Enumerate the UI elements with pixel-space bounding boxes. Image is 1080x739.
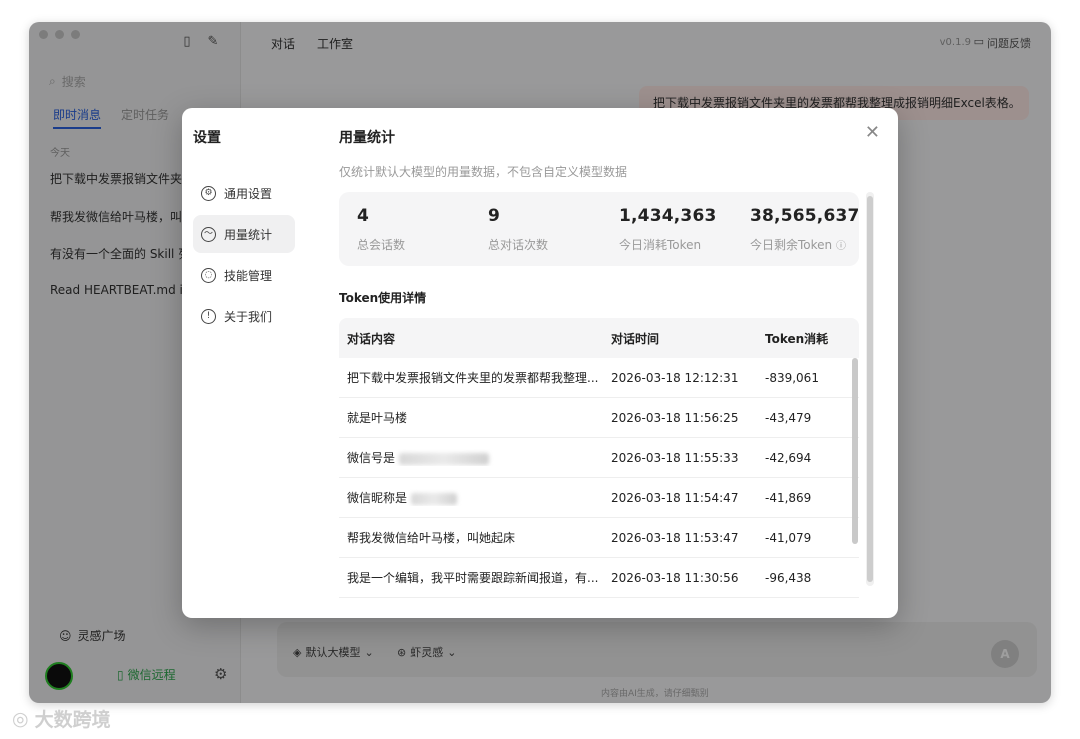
stat-label: 今日消耗Token	[619, 238, 702, 252]
token-detail-title: Token使用详情	[339, 291, 427, 305]
redacted-text	[410, 492, 457, 505]
stat-today-consumed: 1,434,363 今日消耗Token	[619, 206, 717, 253]
settings-modal: 设置 ⚙ 通用设置 〜 用量统计 ◌ 技能管理 ! 关于我们 ✕ 用量统计 仅统…	[182, 108, 898, 618]
table-header: 对话内容 对话时间 Token消耗	[339, 318, 859, 358]
nav-label: 关于我们	[224, 309, 273, 324]
header-time: 对话时间	[611, 331, 660, 346]
stat-label-text: 今日剩余Token	[750, 238, 833, 252]
row-content: 把下载中发票报销文件夹里的发票都帮我整理...	[347, 371, 599, 385]
gear-icon: ⚙	[201, 185, 216, 201]
row-content: 我是一个编辑，我平时需要跟踪新闻报道，有...	[347, 571, 599, 585]
nav-skill-management[interactable]: ◌ 技能管理	[193, 256, 295, 294]
row-tokens: -42,694	[765, 450, 812, 465]
stat-today-remaining: 38,565,637 今日剩余Token ⓘ	[750, 206, 860, 253]
section-description: 仅统计默认大模型的用量数据，不包含自定义模型数据	[339, 165, 628, 179]
row-time: 2026-03-18 11:55:33	[611, 450, 739, 465]
row-content: 就是叶马楼	[347, 411, 408, 425]
stat-value: 9	[488, 206, 501, 226]
row-content: 微信昵称是	[347, 491, 408, 505]
table-row[interactable]: 把下载中发票报销文件夹里的发票都帮我整理... 2026-03-18 12:12…	[339, 358, 859, 398]
stat-value: 4	[357, 206, 370, 226]
close-icon[interactable]: ✕	[865, 122, 880, 143]
row-time: 2026-03-18 11:53:47	[611, 530, 739, 545]
stat-label: 总对话次数	[488, 238, 549, 252]
stat-label: 总会话数	[357, 238, 406, 252]
table-row[interactable]: 微信昵称是 2026-03-18 11:54:47 -41,869	[339, 478, 859, 518]
row-content-cell: 微信昵称是	[339, 489, 611, 506]
row-content-cell: 微信号是	[339, 449, 611, 466]
outer-scrollbar-thumb[interactable]	[867, 196, 873, 582]
row-tokens: -41,079	[765, 530, 812, 545]
row-content: 微信号是	[347, 451, 396, 465]
table-row[interactable]: 帮我发微信给叶马楼，叫她起床 2026-03-18 11:53:47 -41,0…	[339, 518, 859, 558]
skill-icon: ◌	[201, 267, 216, 283]
table-row[interactable]: 我是一个编辑，我平时需要跟踪新闻报道，有... 2026-03-18 11:30…	[339, 558, 859, 598]
info-icon: !	[201, 308, 216, 324]
row-tokens: -41,869	[765, 490, 812, 505]
stat-label: 今日剩余Token ⓘ	[750, 236, 860, 253]
row-time: 2026-03-18 12:12:31	[611, 370, 739, 385]
stat-value: 38,565,637	[750, 206, 860, 226]
nav-usage-stats[interactable]: 〜 用量统计	[193, 215, 295, 253]
header-content: 对话内容	[347, 331, 396, 346]
watermark: ◎ 大数跨境	[12, 705, 111, 732]
settings-title: 设置	[193, 130, 221, 146]
stat-total-dialogs: 9 总对话次数	[488, 206, 548, 253]
stat-total-sessions: 4 总会话数	[357, 206, 405, 253]
header-tokens: Token消耗	[765, 331, 829, 346]
row-tokens: -43,479	[765, 410, 812, 425]
row-time: 2026-03-18 11:30:56	[611, 570, 739, 585]
row-tokens: -839,061	[765, 370, 819, 385]
table-row[interactable]: 微信号是 2026-03-18 11:55:33 -42,694	[339, 438, 859, 478]
chart-icon: 〜	[201, 226, 216, 242]
row-time: 2026-03-18 11:54:47	[611, 490, 739, 505]
logo-icon: ◎	[12, 707, 29, 730]
info-icon[interactable]: ⓘ	[836, 241, 846, 252]
nav-label: 通用设置	[224, 186, 273, 201]
nav-about-us[interactable]: ! 关于我们	[193, 297, 295, 335]
row-content: 帮我发微信给叶马楼，叫她起床	[347, 531, 516, 545]
table-row[interactable]: 就是叶马楼 2026-03-18 11:56:25 -43,479	[339, 398, 859, 438]
token-usage-table: 对话内容 对话时间 Token消耗 把下载中发票报销文件夹里的发票都帮我整理..…	[339, 318, 859, 598]
outer-scrollbar[interactable]	[866, 192, 874, 586]
watermark-text: 大数跨境	[34, 709, 111, 731]
section-title: 用量统计	[339, 130, 395, 146]
row-tokens: -96,438	[765, 570, 812, 585]
nav-label: 用量统计	[224, 227, 273, 242]
redacted-text	[398, 452, 489, 465]
nav-general-settings[interactable]: ⚙ 通用设置	[193, 174, 295, 212]
stat-value: 1,434,363	[619, 206, 717, 226]
row-time: 2026-03-18 11:56:25	[611, 410, 739, 425]
nav-label: 技能管理	[224, 268, 273, 283]
stats-card: 4 总会话数 9 总对话次数 1,434,363 今日消耗Token 38,56…	[339, 192, 859, 266]
table-scrollbar-thumb[interactable]	[852, 358, 858, 544]
